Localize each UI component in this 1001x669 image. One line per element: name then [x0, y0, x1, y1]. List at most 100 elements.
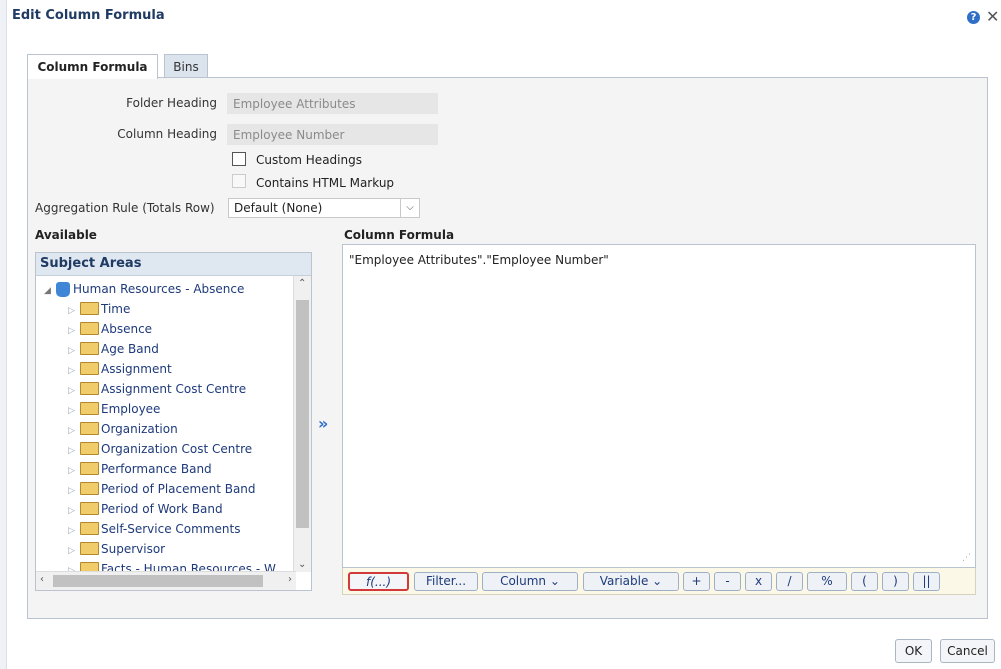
subject-area-icon	[56, 282, 70, 297]
resize-grip-icon[interactable]: ⋰	[962, 553, 971, 563]
scroll-down-icon[interactable]: ⌄	[298, 559, 306, 570]
scroll-right-icon[interactable]: ›	[288, 574, 292, 585]
tree-item[interactable]: ▷ Assignment Cost Centre	[68, 379, 246, 399]
contains-html-label: Contains HTML Markup	[256, 176, 395, 190]
subject-areas-header: Subject Areas	[36, 253, 311, 276]
tree-horizontal-scrollbar[interactable]: ‹ ›	[36, 571, 296, 590]
column-heading-field[interactable]: Employee Number	[227, 124, 438, 145]
help-icon[interactable]: ?	[967, 11, 980, 24]
tree-item[interactable]: ▷ Period of Work Band	[68, 499, 223, 519]
tree-vertical-scrollbar[interactable]: ⌃ ⌄	[293, 276, 311, 572]
folder-icon	[80, 362, 99, 375]
tree-item-label: Organization Cost Centre	[101, 442, 253, 456]
column-button[interactable]: Column ⌄	[482, 572, 578, 591]
tree-item[interactable]: ▷ Organization	[68, 419, 178, 439]
tree-item[interactable]: ▷ Performance Band	[68, 459, 212, 479]
collapsed-triangle-icon[interactable]: ▷	[68, 561, 80, 571]
tree-item-label: Supervisor	[101, 542, 166, 556]
folder-icon	[80, 542, 99, 555]
percent-button[interactable]: %	[807, 572, 847, 591]
custom-headings-label: Custom Headings	[256, 153, 362, 167]
collapsed-triangle-icon[interactable]: ▷	[68, 341, 80, 361]
scroll-left-icon[interactable]: ‹	[40, 574, 44, 585]
subject-area-tree: ◢ Human Resources - Absence ▷ Time ▷ Absenc…	[36, 279, 294, 571]
tree-item-label: Organization	[101, 422, 178, 436]
tree-item-label: Absence	[101, 322, 153, 336]
tree-item[interactable]: ▷ Self-Service Comments	[68, 519, 240, 539]
expanded-triangle-icon[interactable]: ◢	[44, 281, 56, 301]
collapsed-triangle-icon[interactable]: ▷	[68, 541, 80, 561]
multiply-button[interactable]: x	[745, 572, 772, 591]
concatenate-button[interactable]: ||	[913, 572, 940, 591]
collapsed-triangle-icon[interactable]: ▷	[68, 421, 80, 441]
folder-icon	[80, 522, 99, 535]
tab-bins[interactable]: Bins	[164, 54, 208, 78]
tree-item[interactable]: ▷ Age Band	[68, 339, 159, 359]
add-to-formula-icon[interactable]: »	[318, 414, 328, 433]
column-formula-text: "Employee Attributes"."Employee Number"	[349, 253, 609, 267]
ok-button[interactable]: OK	[895, 639, 932, 663]
tree-root-label: Human Resources - Absence	[73, 282, 245, 296]
tree-item[interactable]: ▷ Supervisor	[68, 539, 165, 559]
tree-item-label: Period of Placement Band	[101, 482, 256, 496]
folder-icon	[80, 562, 99, 571]
custom-headings-checkbox[interactable]	[232, 152, 246, 166]
tree-item[interactable]: ▷ Employee	[68, 399, 160, 419]
contains-html-checkbox[interactable]	[232, 174, 246, 188]
tree-item[interactable]: ▷ Organization Cost Centre	[68, 439, 252, 459]
collapsed-triangle-icon[interactable]: ▷	[68, 301, 80, 321]
close-icon[interactable]: ✕	[986, 7, 999, 26]
column-heading-label: Column Heading	[117, 127, 217, 141]
plus-button[interactable]: +	[683, 572, 710, 591]
tree-item-label: Assignment	[101, 362, 172, 376]
chevron-down-icon[interactable]: ⌵	[400, 199, 419, 217]
column-formula-editor[interactable]: "Employee Attributes"."Employee Number" …	[342, 244, 976, 568]
collapsed-triangle-icon[interactable]: ▷	[68, 521, 80, 541]
collapsed-triangle-icon[interactable]: ▷	[68, 381, 80, 401]
folder-icon	[80, 322, 99, 335]
aggregation-rule-value: Default (None)	[234, 201, 323, 215]
function-button[interactable]: f(...)	[348, 572, 409, 591]
tree-root[interactable]: ◢ Human Resources - Absence	[44, 279, 244, 299]
cancel-button[interactable]: Cancel	[940, 639, 995, 663]
open-paren-button[interactable]: (	[851, 572, 878, 591]
folder-icon	[80, 482, 99, 495]
aggregation-rule-select[interactable]: Default (None) ⌵	[228, 198, 420, 218]
variable-button[interactable]: Variable ⌄	[583, 572, 679, 591]
collapsed-triangle-icon[interactable]: ▷	[68, 401, 80, 421]
tree-item[interactable]: ▷ Assignment	[68, 359, 172, 379]
scroll-up-icon[interactable]: ⌃	[298, 278, 306, 289]
tree-item[interactable]: ▷ Absence	[68, 319, 152, 339]
tree-item-label: Employee	[101, 402, 161, 416]
folder-icon	[80, 382, 99, 395]
tree-item[interactable]: ▷ Facts - Human Resources - W	[68, 559, 276, 571]
collapsed-triangle-icon[interactable]: ▷	[68, 361, 80, 381]
tree-item-label: Performance Band	[101, 462, 212, 476]
vertical-scroll-thumb[interactable]	[296, 300, 309, 528]
tree-item[interactable]: ▷ Period of Placement Band	[68, 479, 256, 499]
divide-button[interactable]: /	[776, 572, 803, 591]
tree-item-label: Age Band	[101, 342, 159, 356]
aggregation-rule-label: Aggregation Rule (Totals Row)	[35, 201, 215, 215]
tree-item[interactable]: ▷ Time	[68, 299, 130, 319]
collapsed-triangle-icon[interactable]: ▷	[68, 441, 80, 461]
folder-icon	[80, 342, 99, 355]
horizontal-scroll-thumb[interactable]	[53, 575, 263, 587]
filter-button[interactable]: Filter...	[414, 572, 478, 591]
tree-item-label: Period of Work Band	[101, 502, 223, 516]
subject-areas-panel: Subject Areas ◢ Human Resources - Absence…	[35, 252, 312, 591]
tree-item-label: Time	[101, 302, 131, 316]
folder-heading-label: Folder Heading	[126, 96, 217, 110]
tree-item-label: Facts - Human Resources - W	[101, 562, 276, 571]
formula-toolbar: f(...) Filter... Column ⌄ Variable ⌄ + -…	[342, 568, 976, 595]
tab-column-formula[interactable]: Column Formula	[27, 54, 158, 79]
folder-heading-field[interactable]: Employee Attributes	[227, 93, 438, 114]
collapsed-triangle-icon[interactable]: ▷	[68, 461, 80, 481]
minus-button[interactable]: -	[714, 572, 741, 591]
close-paren-button[interactable]: )	[882, 572, 909, 591]
collapsed-triangle-icon[interactable]: ▷	[68, 501, 80, 521]
collapsed-triangle-icon[interactable]: ▷	[68, 321, 80, 341]
folder-icon	[80, 402, 99, 415]
collapsed-triangle-icon[interactable]: ▷	[68, 481, 80, 501]
tree-item-label: Self-Service Comments	[101, 522, 241, 536]
